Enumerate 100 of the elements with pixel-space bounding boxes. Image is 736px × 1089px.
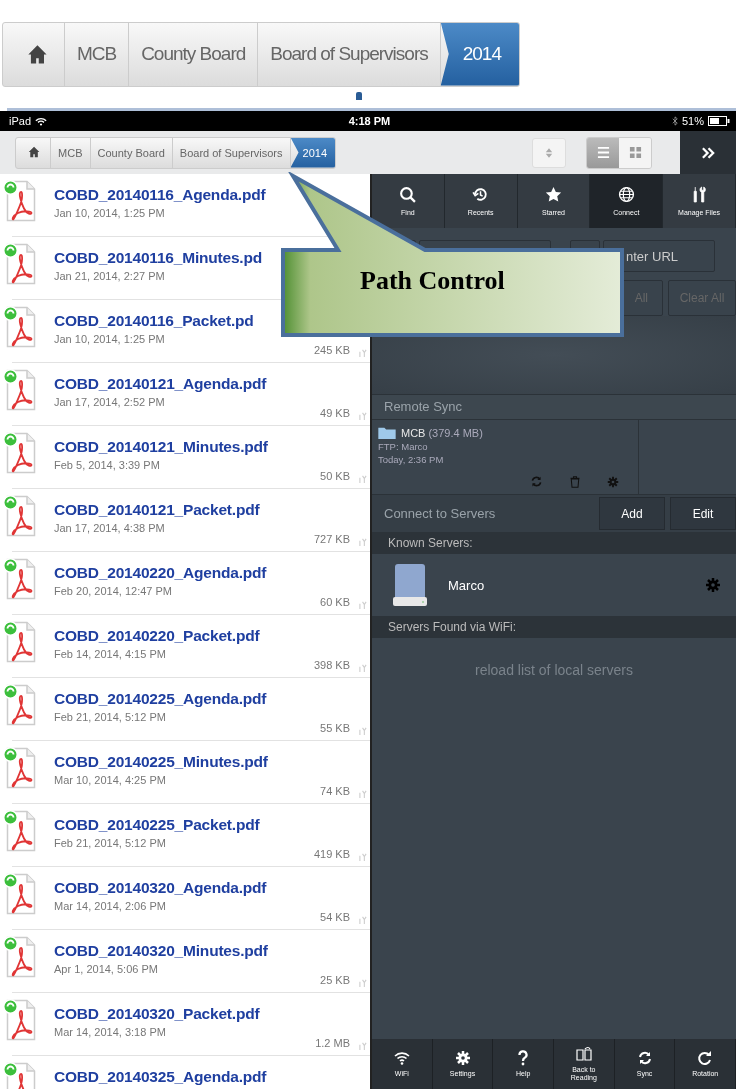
file-name[interactable]: COBD_20140325_Agenda.pdf — [54, 1068, 358, 1086]
folder-icon — [378, 426, 396, 439]
section-header: Servers Found via WiFi: — [372, 616, 736, 638]
file-date: Jan 10, 2014, 1:25 PM — [54, 207, 166, 219]
section-header: Remote Sync — [372, 394, 736, 420]
file-date: Mar 10, 2014, 4:25 PM — [54, 774, 167, 786]
sync-server: FTP: Marco — [378, 441, 429, 452]
file-name[interactable]: COBD_20140116_Agenda.pdf — [54, 186, 358, 204]
pdf-file-icon — [3, 243, 36, 285]
pdf-file-icon — [3, 621, 36, 663]
sync-icon — [636, 1050, 653, 1066]
file-date: Feb 5, 2014, 3:39 PM — [54, 459, 161, 471]
path-segment[interactable]: Board of Supervisors — [172, 137, 291, 168]
file-date: Feb 14, 2014, 4:15 PM — [54, 648, 167, 660]
path-segment[interactable]: MCB — [64, 22, 130, 86]
pdf-file-icon — [3, 180, 36, 222]
section-header: Known Servers: — [372, 532, 736, 554]
pdf-file-icon — [3, 747, 36, 789]
globe-icon — [617, 186, 635, 203]
settings-icon — [454, 1050, 471, 1066]
file-name[interactable]: COBD_20140320_Packet.pdf — [54, 1005, 298, 1023]
bluetooth-icon — [671, 116, 678, 126]
file-name[interactable]: COBD_20140225_Packet.pdf — [54, 816, 296, 834]
file-size: 398 KB — [313, 659, 350, 671]
tooltip-text: Path Control — [360, 266, 505, 296]
file-size: 419 KB — [313, 848, 350, 860]
file-name[interactable]: COBD_20140220_Packet.pdf — [54, 627, 296, 645]
sync-time: Today, 2:36 PM — [378, 454, 445, 465]
grid-icon — [628, 146, 642, 159]
list-view-button[interactable] — [587, 137, 619, 168]
file-date: Jan 17, 2014, 4:38 PM — [54, 522, 166, 534]
pointer-mark — [356, 92, 362, 100]
pdf-file-icon — [3, 999, 36, 1041]
server-name: Marco — [448, 577, 485, 593]
file-size: 1.2 MB — [315, 1037, 350, 1049]
file-date: Apr 1, 2014, 5:06 PM — [54, 963, 159, 975]
pdf-file-icon — [3, 936, 36, 978]
search-icon — [399, 186, 417, 203]
sort-button[interactable] — [532, 137, 566, 168]
server-row[interactable]: Marco — [372, 554, 736, 616]
file-name[interactable]: COBD_20140121_Packet.pdf — [54, 501, 296, 519]
path-segment[interactable]: 2014 — [290, 137, 335, 168]
file-size: 74 KB — [320, 785, 350, 797]
pdf-file-icon — [3, 369, 36, 411]
folder-name: MCB — [401, 426, 426, 439]
path-segment[interactable]: MCB — [51, 137, 91, 168]
file-size: 25 KB — [320, 974, 350, 986]
settings-icon[interactable] — [705, 577, 721, 593]
file-name[interactable]: COBD_20140121_Minutes.pdf — [54, 438, 303, 456]
pdf-file-icon — [3, 432, 36, 474]
file-size: 55 KB — [320, 722, 350, 734]
grid-view-button[interactable] — [619, 137, 651, 168]
file-date: Mar 14, 2014, 2:06 PM — [54, 900, 167, 912]
file-name[interactable]: COBD_20140220_Agenda.pdf — [54, 564, 303, 582]
file-date: Feb 20, 2014, 12:47 PM — [54, 585, 174, 597]
file-name[interactable]: COBD_20140320_Minutes.pdf — [54, 942, 303, 960]
star-icon — [545, 186, 562, 203]
list-icon — [596, 146, 610, 159]
file-size: 50 KB — [320, 470, 350, 482]
file-name[interactable]: COBD_20140225_Agenda.pdf — [54, 690, 303, 708]
file-name[interactable]: COBD_20140121_Agenda.pdf — [54, 375, 303, 393]
pdf-file-icon — [3, 684, 36, 726]
pdf-file-icon — [3, 306, 36, 348]
path-segment[interactable]: County Board — [90, 137, 173, 168]
home-icon — [28, 146, 41, 159]
pdf-file-icon — [3, 495, 36, 537]
path-segment[interactable]: 2014 — [440, 22, 519, 86]
path-segment[interactable]: County Board — [129, 22, 259, 86]
book-icon — [575, 1046, 592, 1062]
pdf-file-icon — [3, 558, 36, 600]
rotate-icon — [697, 1050, 714, 1066]
file-size: 60 KB — [320, 596, 350, 608]
server-button[interactable]: Edit — [670, 497, 736, 530]
history-icon — [472, 186, 490, 203]
settings-icon[interactable] — [607, 475, 619, 488]
drive-icon — [392, 563, 428, 607]
file-name[interactable]: COBD_20140225_Minutes.pdf — [54, 753, 303, 771]
home-icon — [27, 43, 48, 65]
file-name[interactable]: COBD_20140320_Agenda.pdf — [54, 879, 303, 897]
file-size: 245 KB — [313, 344, 350, 356]
wifi-icon — [35, 116, 48, 126]
file-date: Jan 10, 2014, 1:25 PM — [54, 333, 166, 345]
file-date: Jan 17, 2014, 2:52 PM — [54, 396, 166, 408]
file-date: Jan 21, 2014, 2:27 PM — [54, 270, 166, 282]
file-date: Feb 21, 2014, 5:12 PM — [54, 837, 167, 849]
carrier-text: iPad — [9, 115, 32, 127]
wifi-icon — [393, 1050, 410, 1066]
trash-icon[interactable] — [569, 475, 581, 488]
file-size: 727 KB — [313, 533, 350, 545]
battery-text: 51% — [681, 115, 704, 127]
folder-size: (379.4 MB) — [428, 426, 483, 439]
path-segment[interactable]: Board of Supervisors — [258, 22, 441, 86]
file-size: 49 KB — [320, 407, 350, 419]
pdf-file-icon — [3, 873, 36, 915]
sort-icon — [545, 146, 553, 159]
section-title: Connect to Servers — [383, 506, 497, 521]
file-size: 54 KB — [320, 911, 350, 923]
sync-icon[interactable] — [530, 475, 543, 488]
server-button[interactable]: Add — [599, 497, 665, 530]
battery-icon — [708, 116, 730, 126]
